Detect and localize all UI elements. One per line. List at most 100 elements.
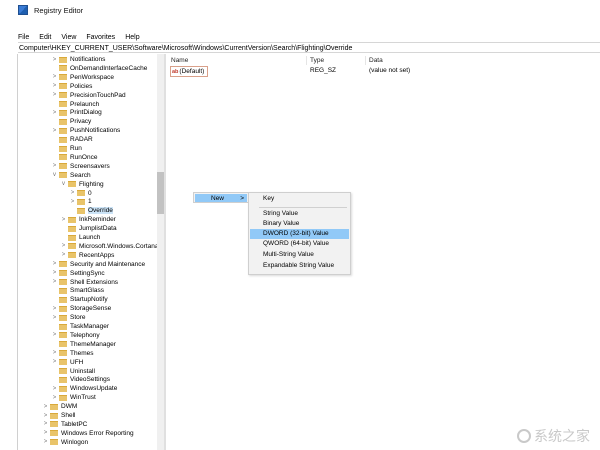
tree-item[interactable]: TaskManager (52, 322, 109, 331)
chevron-right-icon[interactable]: > (52, 306, 57, 312)
tree-item[interactable]: ThemeManager (52, 340, 116, 349)
submenu-dword-value[interactable]: DWORD (32-bit) Value (250, 229, 349, 239)
chevron-right-icon[interactable]: > (52, 163, 57, 169)
tree-item[interactable]: > Screensavers (52, 162, 110, 171)
tree-item-label: TaskManager (70, 323, 110, 330)
chevron-right-icon[interactable]: > (61, 217, 66, 223)
tree-item[interactable]: > RecentApps (61, 251, 115, 260)
value-row-default[interactable]: ab (Default) (170, 66, 209, 77)
tree-item[interactable]: > Windows Error Reporting (43, 429, 134, 438)
context-menu-new[interactable]: New > (195, 194, 247, 202)
chevron-right-icon[interactable]: > (52, 110, 57, 116)
tree-item[interactable]: > Security and Maintenance (52, 260, 145, 269)
chevron-right-icon[interactable]: > (52, 83, 57, 89)
chevron-right-icon[interactable]: > (52, 261, 57, 267)
chevron-down-icon[interactable]: v (52, 172, 57, 178)
chevron-right-icon[interactable]: > (43, 430, 48, 436)
submenu-key[interactable]: Key (250, 194, 349, 204)
chevron-right-icon[interactable]: > (52, 279, 57, 285)
tree-item[interactable]: > Notifications (52, 55, 106, 64)
submenu-qword-value[interactable]: QWORD (64-bit) Value (250, 239, 349, 249)
chevron-right-icon[interactable]: > (52, 386, 57, 392)
chevron-right-icon[interactable]: > (52, 128, 57, 134)
chevron-right-icon[interactable]: > (43, 413, 48, 419)
submenu-multi-string-value[interactable]: Multi-String Value (250, 250, 349, 260)
tree-item[interactable]: > Shell (43, 411, 76, 420)
submenu-string-value[interactable]: String Value (250, 209, 349, 219)
tree-item[interactable]: > StorageSense (52, 304, 111, 313)
tree-item[interactable]: > SettingSync (52, 269, 105, 278)
tree-item[interactable]: > TabletPC (43, 420, 88, 429)
menu-file[interactable]: File (18, 34, 29, 41)
tree-item[interactable]: > WinTrust (52, 393, 96, 402)
tree-item[interactable]: > Shell Extensions (52, 278, 118, 287)
menu-edit[interactable]: Edit (39, 34, 51, 41)
chevron-right-icon[interactable]: > (52, 92, 57, 98)
tree-item[interactable]: > PrecisionTouchPad (52, 91, 126, 100)
tree-item-label: DWM (61, 403, 78, 411)
tree-item[interactable]: > Store (52, 313, 86, 322)
tree-item[interactable]: JumplistData (61, 224, 117, 233)
tree-item[interactable]: > PrintDialog (52, 108, 102, 117)
tree-item[interactable]: RunOnce (52, 153, 97, 162)
chevron-right-icon[interactable]: > (52, 270, 57, 276)
tree-item[interactable]: > Policies (52, 82, 93, 91)
tree-item[interactable]: v Search (52, 171, 91, 180)
tree-scrollbar-thumb[interactable] (157, 172, 164, 214)
chevron-right-icon[interactable]: > (43, 439, 48, 445)
chevron-right-icon[interactable]: > (52, 395, 57, 401)
menu-favorites[interactable]: Favorites (86, 34, 115, 41)
menu-separator (259, 207, 347, 208)
key-tree[interactable]: > Notifications OnDemandInterfaceCache > Pen… (18, 54, 164, 450)
tree-item[interactable]: Uninstall (52, 367, 95, 376)
tree-item[interactable]: > PushNotifications (52, 126, 121, 135)
chevron-right-icon[interactable]: > (52, 74, 57, 80)
tree-item[interactable]: > UFH (52, 358, 84, 367)
chevron-right-icon[interactable]: > (52, 332, 57, 338)
chevron-right-icon[interactable]: > (61, 252, 66, 258)
submenu-binary-value[interactable]: Binary Value (250, 219, 349, 229)
tree-item[interactable]: VideoSettings (52, 375, 110, 384)
tree-item[interactable]: > Telephony (52, 331, 100, 340)
address-bar[interactable]: Computer\HKEY_CURRENT_USER\Software\Micr… (18, 42, 600, 53)
tree-item[interactable]: Prelaunch (52, 100, 99, 109)
tree-item[interactable]: Launch (61, 233, 100, 242)
tree-item[interactable]: SmartGlass (52, 286, 104, 295)
submenu-expandable-string-value[interactable]: Expandable String Value (250, 261, 349, 271)
tree-item[interactable]: > PenWorkspace (52, 73, 114, 82)
menu-help[interactable]: Help (125, 34, 139, 41)
tree-item[interactable]: > InkReminder (61, 215, 116, 224)
tree-item[interactable]: > Winlogon (43, 438, 88, 447)
chevron-right-icon[interactable]: > (70, 199, 75, 205)
tree-item[interactable]: RADAR (52, 135, 93, 144)
values-pane[interactable]: Name Type Data ab (Default) REG_SZ (valu… (166, 54, 600, 450)
tree-item[interactable]: > DWM (43, 402, 78, 411)
chevron-right-icon[interactable]: > (43, 404, 48, 410)
chevron-right-icon[interactable]: > (52, 359, 57, 365)
tree-item[interactable]: StartupNotify (52, 295, 108, 304)
column-divider[interactable] (306, 56, 307, 65)
column-name-header[interactable]: Name (171, 57, 188, 64)
chevron-right-icon[interactable]: > (61, 243, 66, 249)
chevron-right-icon[interactable]: > (52, 57, 57, 63)
tree-item[interactable]: v Flighting (61, 180, 104, 189)
chevron-right-icon[interactable]: > (43, 421, 48, 427)
chevron-right-icon[interactable]: > (52, 350, 57, 356)
tree-item[interactable]: Run (52, 144, 82, 153)
column-data-header[interactable]: Data (369, 57, 383, 64)
tree-scrollbar[interactable] (157, 54, 164, 450)
column-divider[interactable] (365, 56, 366, 65)
tree-item[interactable]: Privacy (52, 117, 91, 126)
tree-item[interactable]: > WindowsUpdate (52, 384, 118, 393)
column-type-header[interactable]: Type (310, 57, 324, 64)
chevron-right-icon[interactable]: > (52, 315, 57, 321)
chevron-right-icon[interactable]: > (70, 190, 75, 196)
chevron-down-icon[interactable]: v (61, 181, 66, 187)
tree-item[interactable]: > Themes (52, 349, 94, 358)
tree-item[interactable]: >0 (70, 189, 92, 198)
tree-item[interactable]: OnDemandInterfaceCache (52, 64, 147, 73)
menu-view[interactable]: View (61, 34, 76, 41)
tree-item[interactable]: >1 (70, 197, 92, 206)
tree-item[interactable]: Override (70, 206, 113, 215)
tree-item[interactable]: > Microsoft.Windows.Cortana_ (61, 242, 162, 251)
